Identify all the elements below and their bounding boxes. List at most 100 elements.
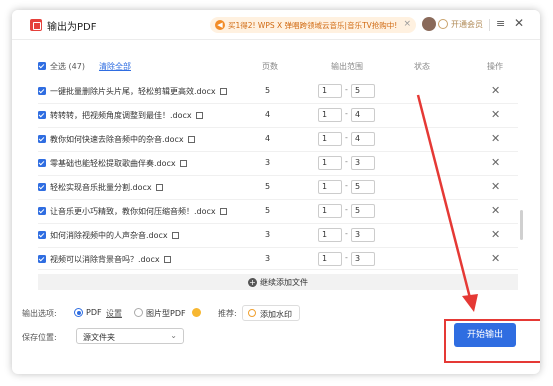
range-to-input[interactable]: 3 — [351, 156, 375, 170]
scrollbar[interactable] — [520, 210, 523, 240]
row-checkbox[interactable] — [38, 135, 46, 143]
range-from-input[interactable]: 1 — [318, 84, 342, 98]
delete-icon[interactable]: ✕ — [491, 108, 500, 121]
table-row: 零基础也能轻松提取歌曲伴奏.docx 3 1 - 3 ✕ — [38, 152, 518, 176]
range-separator: - — [345, 229, 348, 238]
add-watermark-label: 添加水印 — [260, 310, 292, 319]
range-to-input[interactable]: 3 — [351, 252, 375, 266]
add-files-button[interactable]: + 继续添加文件 — [248, 277, 308, 288]
chevron-down-icon: ⌄ — [170, 331, 177, 340]
save-location-select[interactable]: 源文件夹 ⌄ — [76, 328, 184, 344]
row-checkbox[interactable] — [38, 159, 46, 167]
range-from-input[interactable]: 1 — [318, 180, 342, 194]
watermark-icon — [248, 309, 256, 317]
column-range: 输出范围 — [331, 62, 363, 71]
vip-icon[interactable] — [438, 19, 448, 29]
recommend-label: 推荐: — [218, 309, 237, 318]
table-row: 如何消除视频中的人声杂音.docx 3 1 - 3 ✕ — [38, 224, 518, 248]
add-watermark-button[interactable]: 添加水印 — [242, 305, 300, 321]
output-options-label: 输出选项: — [22, 309, 57, 318]
select-all-checkbox[interactable] — [38, 62, 46, 70]
clear-all-link[interactable]: 清除全部 — [99, 61, 131, 72]
file-name: 零基础也能轻松提取歌曲伴奏.docx — [50, 158, 187, 169]
edit-icon[interactable] — [219, 208, 227, 215]
select-all-label: 全选 (47) — [50, 62, 85, 71]
range-separator: - — [345, 157, 348, 166]
file-name: 转转转，把视频角度调整到最佳！.docx — [50, 110, 203, 121]
range-separator: - — [345, 109, 348, 118]
range-to-input[interactable]: 4 — [351, 132, 375, 146]
edit-icon[interactable] — [219, 88, 227, 95]
avatar[interactable] — [422, 17, 436, 31]
row-checkbox[interactable] — [38, 183, 46, 191]
plus-icon: + — [248, 278, 257, 287]
range-to-input[interactable]: 5 — [351, 84, 375, 98]
file-name: 让音乐更小巧精致，教你如何压缩音频！.docx — [50, 206, 227, 217]
table-row: 教你如何快速去除音频中的杂音.docx 4 1 - 4 ✕ — [38, 128, 518, 152]
range-to-input[interactable]: 5 — [351, 180, 375, 194]
add-files-bar[interactable]: + 继续添加文件 — [38, 274, 518, 290]
speaker-icon: ◀ — [215, 20, 225, 30]
row-checkbox[interactable] — [38, 111, 46, 119]
page-count: 5 — [265, 86, 271, 95]
file-name-text: 让音乐更小巧精致，教你如何压缩音频！.docx — [50, 207, 216, 216]
file-name: 教你如何快速去除音频中的杂音.docx — [50, 134, 195, 145]
range-from-input[interactable]: 1 — [318, 252, 342, 266]
range-to-input[interactable]: 5 — [351, 204, 375, 218]
table-row: 一键批量删除片头片尾，轻松剪辑更高效.docx 5 1 - 5 ✕ — [38, 80, 518, 104]
range-from-input[interactable]: 1 — [318, 108, 342, 122]
edit-icon[interactable] — [187, 136, 195, 143]
range-separator: - — [345, 85, 348, 94]
range-from-input[interactable]: 1 — [318, 132, 342, 146]
promo-close-icon[interactable]: × — [403, 19, 411, 29]
image-pdf-radio[interactable] — [134, 308, 143, 317]
delete-icon[interactable]: ✕ — [491, 252, 500, 265]
promo-banner[interactable]: ◀ 买1得2! WPS X 弹唱跨领域云音乐|音乐TV抢购中! × — [210, 17, 416, 33]
pdf-radio-label[interactable]: PDF — [86, 308, 102, 317]
file-name: 轻松实现音乐批量分割.docx — [50, 182, 163, 193]
close-icon[interactable]: ✕ — [514, 16, 524, 30]
delete-icon[interactable]: ✕ — [491, 156, 500, 169]
file-name: 视频可以消除背景音吗？.docx — [50, 254, 171, 265]
pdf-radio[interactable] — [74, 308, 83, 317]
edit-icon[interactable] — [171, 232, 179, 239]
edit-icon[interactable] — [195, 112, 203, 119]
row-checkbox[interactable] — [38, 207, 46, 215]
file-name-text: 教你如何快速去除音频中的杂音.docx — [50, 135, 184, 144]
delete-icon[interactable]: ✕ — [491, 84, 500, 97]
row-checkbox[interactable] — [38, 255, 46, 263]
menu-icon[interactable]: ≡ — [496, 17, 505, 30]
delete-icon[interactable]: ✕ — [491, 132, 500, 145]
page-count: 3 — [265, 254, 271, 263]
range-from-input[interactable]: 1 — [318, 156, 342, 170]
range-to-input[interactable]: 3 — [351, 228, 375, 242]
row-checkbox[interactable] — [38, 231, 46, 239]
column-pages: 页数 — [262, 62, 278, 71]
range-to-input[interactable]: 4 — [351, 108, 375, 122]
settings-link[interactable]: 设置 — [106, 308, 122, 319]
coin-icon — [192, 308, 201, 317]
range-separator: - — [345, 133, 348, 142]
table-row: 轻松实现音乐批量分割.docx 5 1 - 5 ✕ — [38, 176, 518, 200]
range-from-input[interactable]: 1 — [318, 228, 342, 242]
add-files-label: 继续添加文件 — [260, 278, 308, 287]
edit-icon[interactable] — [155, 184, 163, 191]
page-count: 4 — [265, 134, 271, 143]
title-bar: 输出为PDF ◀ 买1得2! WPS X 弹唱跨领域云音乐|音乐TV抢购中! ×… — [12, 10, 540, 40]
page-count: 3 — [265, 230, 271, 239]
export-pdf-dialog: 输出为PDF ◀ 买1得2! WPS X 弹唱跨领域云音乐|音乐TV抢购中! ×… — [12, 10, 540, 374]
image-pdf-label[interactable]: 图片型PDF — [146, 308, 186, 319]
table-row: 让音乐更小巧精致，教你如何压缩音频！.docx 5 1 - 5 ✕ — [38, 200, 518, 224]
save-location-label: 保存位置: — [22, 333, 57, 342]
delete-icon[interactable]: ✕ — [491, 228, 500, 241]
range-from-input[interactable]: 1 — [318, 204, 342, 218]
vip-link[interactable]: 开通会员 — [451, 19, 483, 30]
edit-icon[interactable] — [163, 256, 171, 263]
delete-icon[interactable]: ✕ — [491, 180, 500, 193]
file-name-text: 零基础也能轻松提取歌曲伴奏.docx — [50, 159, 176, 168]
row-checkbox[interactable] — [38, 87, 46, 95]
delete-icon[interactable]: ✕ — [491, 204, 500, 217]
edit-icon[interactable] — [179, 160, 187, 167]
file-name-text: 轻松实现音乐批量分割.docx — [50, 183, 152, 192]
divider — [489, 19, 490, 31]
